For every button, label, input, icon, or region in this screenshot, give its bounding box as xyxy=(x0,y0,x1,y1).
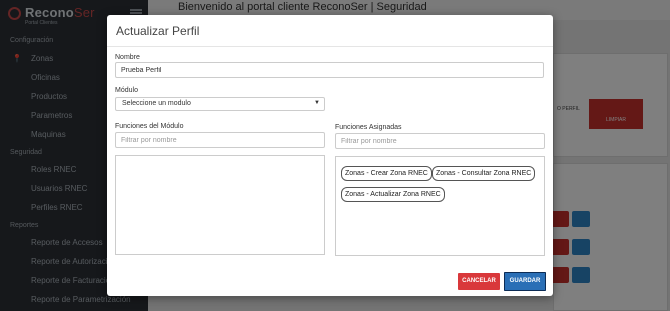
funciones-modulo-label: Funciones del Módulo xyxy=(115,123,184,130)
funciones-modulo-filter-input[interactable] xyxy=(115,132,325,148)
modal-header: Actualizar Perfil xyxy=(107,15,553,47)
update-profile-modal: Actualizar Perfil Nombre Módulo Seleccio… xyxy=(107,15,553,296)
assigned-function-chip[interactable]: Zonas - Actualizar Zona RNEC xyxy=(341,187,445,202)
caret-down-icon: ▼ xyxy=(314,100,320,106)
assigned-function-chip[interactable]: Zonas - Crear Zona RNEC xyxy=(341,166,432,181)
funciones-asignadas-filter-input[interactable] xyxy=(335,133,545,149)
modulo-label: Módulo xyxy=(115,87,138,94)
assigned-function-chip[interactable]: Zonas - Consultar Zona RNEC xyxy=(432,166,536,181)
save-button[interactable]: GUARDAR xyxy=(504,272,546,291)
nombre-label: Nombre xyxy=(115,54,140,61)
modal-title: Actualizar Perfil xyxy=(116,24,200,38)
cancel-button[interactable]: CANCELAR xyxy=(458,273,500,290)
modulo-select[interactable]: Seleccione un modulo ▼ xyxy=(115,97,325,111)
nombre-input[interactable] xyxy=(115,62,544,78)
funciones-modulo-list[interactable] xyxy=(115,155,325,255)
funciones-asignadas-label: Funciones Asignadas xyxy=(335,124,402,131)
funciones-asignadas-list[interactable]: Zonas - Crear Zona RNEC Zonas - Consulta… xyxy=(335,156,545,256)
